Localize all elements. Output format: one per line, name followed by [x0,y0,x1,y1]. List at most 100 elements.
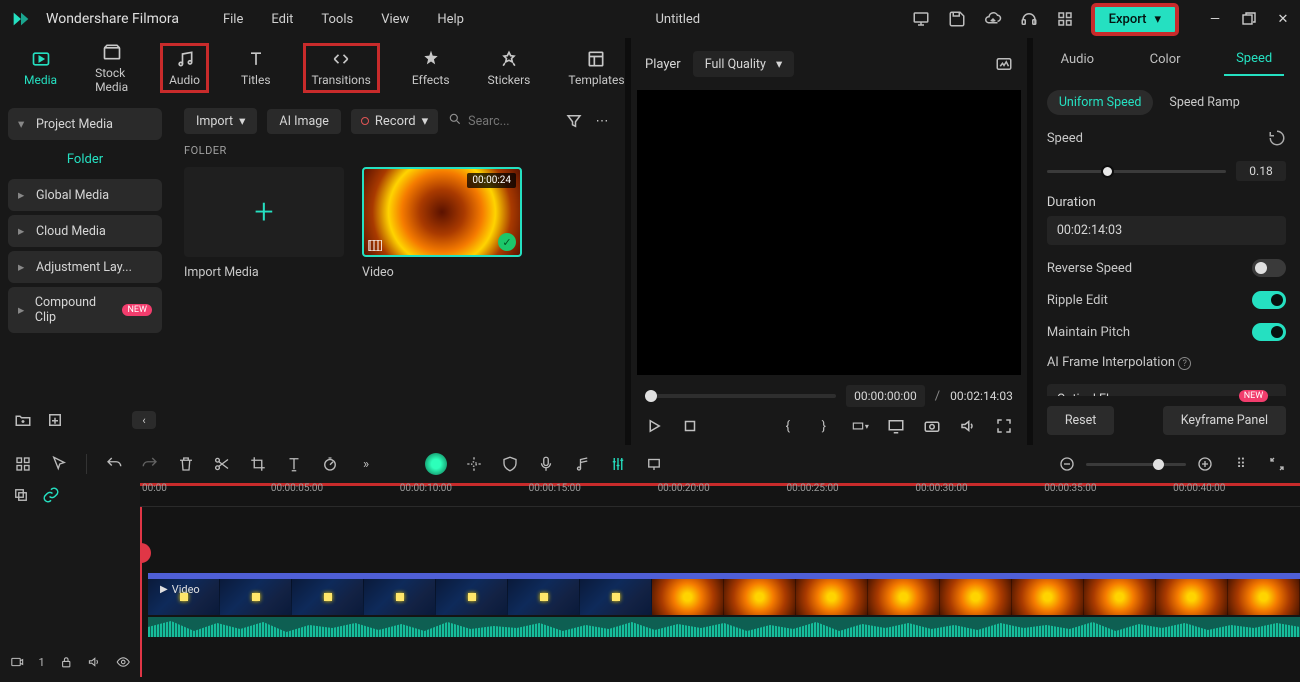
camera-icon[interactable] [923,417,941,435]
search-field[interactable] [448,112,555,130]
new-bin-icon[interactable] [46,411,64,429]
tab-audio[interactable]: Audio [160,43,209,93]
speed-value[interactable]: 0.18 [1236,161,1286,181]
sidebar-item-compound-clip[interactable]: ▸Compound ClipNEW [8,287,162,333]
more-tools-icon[interactable]: » [357,455,375,473]
minimize-button[interactable]: — [1208,12,1222,26]
export-button[interactable]: Export ▾ [1092,4,1178,35]
scissors-icon[interactable] [213,455,231,473]
text-icon[interactable] [285,455,303,473]
timeline-ruler[interactable]: 00:00 00:00:05:00 00:00:10:00 00:00:15:0… [140,483,1300,507]
sidebar-item-adjustment-layer[interactable]: ▸Adjustment Lay... [8,251,162,283]
info-icon[interactable]: ? [1178,357,1191,370]
video-box[interactable]: 00:00:24 ✓ [362,167,522,257]
right-tab-speed[interactable]: Speed [1224,43,1284,76]
save-icon[interactable] [948,10,966,28]
quality-dropdown[interactable]: Full Quality▾ [693,51,795,77]
cursor-icon[interactable] [50,455,68,473]
keyframe-panel-button[interactable]: Keyframe Panel [1163,406,1286,435]
mixer-icon[interactable] [609,455,627,473]
scrub-bar[interactable] [645,394,836,398]
sidebar-folder-label[interactable]: Folder [8,144,162,175]
fit-icon[interactable] [1268,455,1286,473]
video-thumb[interactable]: 00:00:24 ✓ Video [362,167,522,280]
music-note-icon[interactable] [573,455,591,473]
lock-icon[interactable] [59,653,73,671]
ripple-toggle[interactable] [1252,291,1286,309]
fullscreen-icon[interactable] [995,417,1013,435]
sparkle-icon[interactable] [465,455,483,473]
maximize-button[interactable] [1242,12,1256,26]
speed-slider[interactable]: 0.18 [1047,161,1286,181]
mark-in-icon[interactable]: { [779,417,797,435]
import-box[interactable]: + [184,167,344,257]
playhead[interactable] [140,507,142,677]
right-tab-color[interactable]: Color [1138,44,1193,75]
ai-button[interactable] [425,453,447,475]
menu-help[interactable]: Help [437,12,464,27]
new-folder-icon[interactable] [14,411,32,429]
eye-icon[interactable] [116,653,130,671]
sidebar-item-cloud-media[interactable]: ▸Cloud Media [8,215,162,247]
sidebar-item-global-media[interactable]: ▸Global Media [8,179,162,211]
speed-ramping-tab[interactable]: Speed Ramp [1169,95,1239,110]
record-button[interactable]: Record▾ [351,109,438,134]
zoom-in-icon[interactable] [1196,455,1214,473]
reset-speed-icon[interactable] [1268,129,1286,147]
sidebar-item-project-media[interactable]: ▾Project Media [8,108,162,140]
monitor-icon[interactable] [912,10,930,28]
zoom-track[interactable] [1086,463,1186,466]
apps-icon[interactable] [1056,10,1074,28]
duplicate-icon[interactable] [12,486,30,504]
tab-transitions[interactable]: Transitions [303,43,380,93]
mute-icon[interactable] [87,653,101,671]
trash-icon[interactable] [177,455,195,473]
volume-icon[interactable] [959,417,977,435]
undo-icon[interactable] [105,455,123,473]
ai-image-button[interactable]: AI Image [267,109,340,134]
aspect-icon[interactable]: ▾ [851,417,869,435]
more-icon[interactable]: ⋯ [593,112,611,130]
reverse-toggle[interactable] [1252,259,1286,277]
tab-stickers[interactable]: Stickers [482,46,537,90]
grid-icon[interactable] [14,455,32,473]
audio-clip[interactable] [148,617,1300,637]
filter-icon[interactable] [565,112,583,130]
shield-icon[interactable] [501,455,519,473]
display-icon[interactable] [887,417,905,435]
stop-icon[interactable] [681,417,699,435]
right-tab-audio[interactable]: Audio [1049,44,1106,75]
zoom-out-icon[interactable] [1058,455,1076,473]
collapse-sidebar-button[interactable]: ‹ [132,411,156,429]
uniform-speed-pill[interactable]: Uniform Speed [1047,90,1154,115]
menu-tools[interactable]: Tools [321,12,353,27]
video-clip[interactable]: ▶Video [148,579,1300,615]
close-button[interactable]: ✕ [1276,12,1290,26]
crop-icon[interactable] [249,455,267,473]
cloud-icon[interactable] [984,10,1002,28]
timeline-tracks-area[interactable]: 00:00 00:00:05:00 00:00:10:00 00:00:15:0… [140,483,1300,682]
import-media-thumb[interactable]: + Import Media [184,167,344,280]
redo-icon[interactable] [141,455,159,473]
reset-button[interactable]: Reset [1047,406,1115,435]
pitch-toggle[interactable] [1252,323,1286,341]
tab-stock-media[interactable]: Stock Media [89,39,134,97]
link-icon[interactable] [42,486,60,504]
mic-icon[interactable] [537,455,555,473]
timeline-tracks[interactable]: ▶Video [140,507,1300,677]
headset-icon[interactable] [1020,10,1038,28]
search-input[interactable] [468,114,548,129]
tab-templates[interactable]: Templates [562,46,630,90]
menu-view[interactable]: View [381,12,409,27]
duration-field[interactable]: 00:02:14:03 [1047,216,1286,245]
zoom-handle[interactable] [1153,459,1164,470]
slider-handle[interactable] [1101,165,1114,178]
menu-edit[interactable]: Edit [271,12,293,27]
speed-icon[interactable] [321,455,339,473]
tab-media[interactable]: Media [18,46,63,90]
video-track-icon[interactable] [10,653,24,671]
menu-file[interactable]: File [223,12,243,27]
snapshot-icon[interactable] [995,55,1013,73]
tab-effects[interactable]: Effects [406,46,456,90]
play-icon[interactable] [645,417,663,435]
